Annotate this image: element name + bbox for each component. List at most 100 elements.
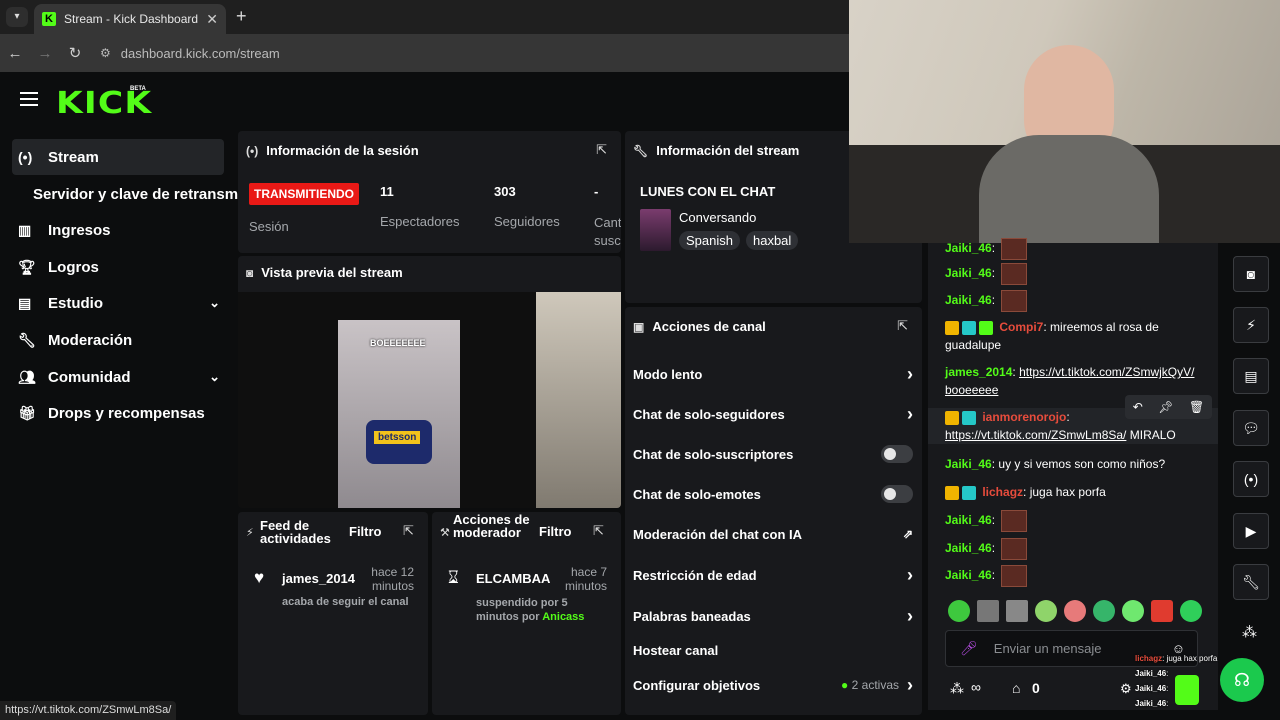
mod-actions-title: Acciones de moderador: [453, 512, 530, 540]
camera-button[interactable]: ◙: [1233, 256, 1269, 292]
action-label: Modo lento: [633, 366, 703, 382]
back-icon[interactable]: ←: [0, 45, 30, 62]
broadcast-button[interactable]: (•): [1233, 461, 1269, 497]
chat-text: uy y si vemos son como niños?: [998, 457, 1166, 471]
action-host-channel[interactable]: Hostear canal: [633, 635, 913, 665]
sidebar-item-label: Logros: [48, 258, 99, 276]
points-icon[interactable]: ⁂: [950, 680, 964, 697]
action-label: Moderación del chat con IA: [633, 526, 803, 542]
chat-username: Jaiki_46: [945, 513, 992, 528]
sidebar-item-server-key[interactable]: Servidor y clave de retransmisión: [20, 176, 240, 212]
wrench-button[interactable]: 🔧︎: [1233, 564, 1269, 600]
activity-user[interactable]: james_2014: [282, 571, 355, 586]
activity-text: acaba de seguir el canal: [282, 596, 409, 608]
emote-icon[interactable]: [1093, 600, 1115, 622]
stream-info-title: Información del stream: [656, 143, 800, 158]
stream-title: LUNES CON EL CHAT: [640, 184, 776, 199]
close-tab-icon[interactable]: ✕: [206, 11, 218, 28]
pin-icon[interactable]: 📌︎: [1158, 400, 1173, 414]
menu-icon[interactable]: [20, 92, 38, 110]
sidebar-item-stream[interactable]: (•) Stream: [12, 139, 224, 175]
emote-icon[interactable]: [1180, 600, 1202, 622]
activity-filter-button[interactable]: Filtro: [349, 524, 382, 539]
action-age-restriction[interactable]: Restricción de edad ›: [633, 560, 913, 590]
chevron-down-icon: ⌄: [209, 369, 220, 384]
chat-link[interactable]: https://vt.tiktok.com/ZSmwLm8Sa/: [945, 428, 1126, 442]
store-icon[interactable]: ⌂: [1012, 680, 1020, 696]
more-dots-icon[interactable]: ⁂: [1242, 623, 1257, 641]
session-title-text: Información de la sesión: [266, 143, 419, 158]
tab-title: Stream - Kick Dashboard: [64, 12, 199, 26]
stream-preview-video[interactable]: BOEEEEEEE betsson: [238, 292, 621, 508]
address-url: dashboard.kick.com/stream: [120, 45, 280, 61]
trophy-icon: 🏆︎: [18, 258, 36, 275]
popout-icon[interactable]: ⇱: [403, 523, 414, 539]
popout-icon[interactable]: ⇱: [897, 318, 908, 334]
action-label: Hostear canal: [633, 642, 719, 658]
popout-icon[interactable]: ⇱: [593, 523, 604, 539]
right-rail: ◙ ⚡︎ ▤ 💬︎ (•) ▶ 🔧︎ ⁂ ☊: [1220, 243, 1280, 720]
mod-action-text: suspendido por 5 minutos por Anicass: [476, 597, 585, 623]
emote-icon[interactable]: [1035, 600, 1057, 622]
tab-search-button[interactable]: ▾: [6, 7, 28, 27]
mod-filter-button[interactable]: Filtro: [539, 524, 572, 539]
microphone-icon[interactable]: 🎤︎: [960, 640, 978, 657]
viewers-label: Espectadores: [380, 214, 460, 229]
external-link-icon: ⇗: [902, 527, 913, 541]
popout-icon[interactable]: ⇱: [596, 142, 607, 158]
tag[interactable]: Spanish: [679, 231, 740, 250]
tag[interactable]: haxbal: [745, 231, 799, 250]
emote-icon[interactable]: [1151, 600, 1173, 622]
webcam-feed: [849, 0, 1280, 243]
sidebar-item-label: Ingresos: [48, 221, 111, 239]
action-label: Chat de solo-suscriptores: [633, 446, 794, 462]
new-tab-button[interactable]: +: [236, 6, 247, 27]
mod-tools-button[interactable]: ▶: [1233, 513, 1269, 549]
sidebar-item-comunidad[interactable]: 👥︎ Comunidad ⌄: [12, 359, 224, 395]
emote-icon[interactable]: [1064, 600, 1086, 622]
delete-icon[interactable]: 🗑︎: [1189, 400, 1204, 414]
action-slow-mode[interactable]: Modo lento ›: [633, 359, 913, 389]
category-thumbnail: [640, 209, 671, 251]
activity-button[interactable]: ⚡︎: [1233, 307, 1269, 343]
chevron-right-icon: ›: [907, 403, 913, 424]
sidebar-item-logros[interactable]: 🏆︎ Logros: [12, 249, 224, 285]
subscribers-only-toggle[interactable]: [881, 445, 913, 463]
mod-target-user[interactable]: ELCAMBAA: [476, 571, 550, 586]
sidebar-item-label: Estudio: [48, 294, 103, 312]
chat-settings-icon[interactable]: ⚙: [1120, 681, 1132, 697]
address-bar[interactable]: ⚙ dashboard.kick.com/stream: [100, 46, 280, 61]
action-ai-moderation[interactable]: Moderación del chat con IA ⇗: [633, 519, 913, 549]
chat-button[interactable]: 💬︎: [1233, 410, 1269, 446]
reply-icon[interactable]: ↶: [1133, 400, 1143, 414]
stream-preview-panel: ◙ Vista previa del stream BOEEEEEEE bets…: [238, 256, 621, 508]
heart-icon: ♥: [254, 568, 265, 587]
chat-message: Jaiki_46:: [945, 565, 1207, 587]
action-banned-words[interactable]: Palabras baneadas ›: [633, 601, 913, 631]
action-configure-goals[interactable]: Configurar objetivos ● 2 activas ›: [633, 670, 913, 700]
notes-button[interactable]: ▤: [1233, 358, 1269, 394]
emote-icon[interactable]: [948, 600, 970, 622]
emote-icon[interactable]: [1006, 600, 1028, 622]
emote-icon[interactable]: [1122, 600, 1144, 622]
browser-tab[interactable]: K Stream - Kick Dashboard ✕: [34, 4, 226, 34]
video-icon: ▶: [1245, 522, 1257, 539]
sidebar-item-ingresos[interactable]: ▥ Ingresos: [12, 212, 224, 248]
sidebar-item-estudio[interactable]: ▤ Estudio ⌄: [12, 285, 224, 321]
chevron-right-icon: ›: [907, 363, 913, 384]
jersey-text: betsson: [374, 431, 421, 444]
action-followers-only[interactable]: Chat de solo-seguidores ›: [633, 399, 913, 429]
reload-icon[interactable]: ↻: [60, 44, 90, 62]
sidebar-item-moderacion[interactable]: 🔧︎ Moderación: [12, 322, 224, 358]
support-button[interactable]: ☊: [1220, 658, 1264, 702]
emotes-only-toggle[interactable]: [881, 485, 913, 503]
site-settings-icon[interactable]: ⚙: [100, 46, 111, 60]
emote-icon[interactable]: [977, 600, 999, 622]
beta-label: BETA: [130, 86, 146, 92]
tag-list: Spanish haxbal: [679, 231, 804, 250]
hourglass-icon: ⌛︎: [448, 568, 459, 587]
subs-label: Canti susc: [594, 215, 621, 248]
sidebar-item-drops[interactable]: 🎁︎ Drops y recompensas: [12, 395, 224, 431]
forward-icon[interactable]: →: [30, 45, 60, 62]
chat-placeholder: Enviar un mensaje: [993, 641, 1102, 656]
